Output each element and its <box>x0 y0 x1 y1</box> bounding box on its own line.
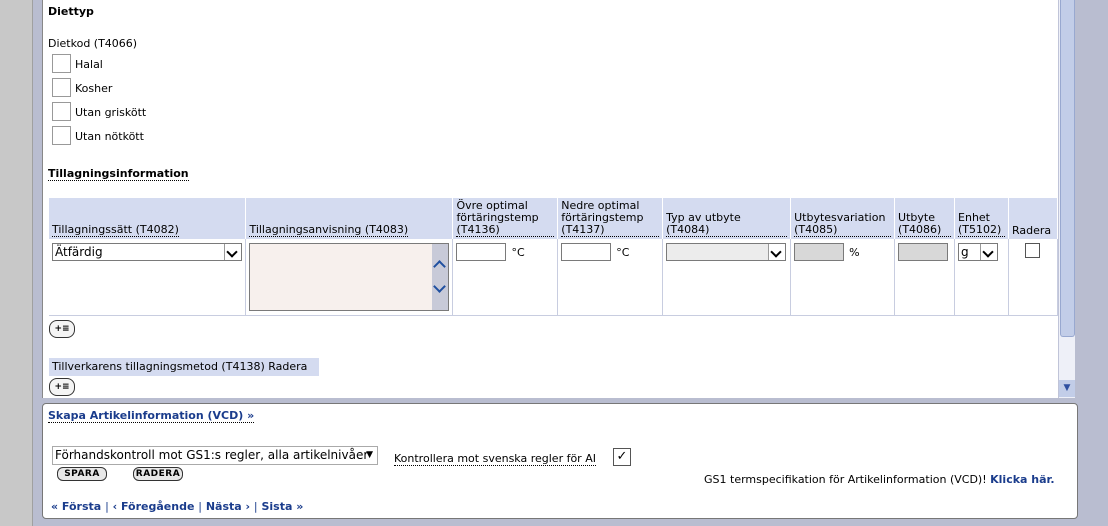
checkbox-no-beef[interactable] <box>52 126 71 145</box>
checkbox-kosher[interactable] <box>52 78 71 97</box>
chevron-down-icon[interactable] <box>980 244 998 260</box>
diet-title: Diettyp <box>48 5 94 18</box>
delete-button[interactable]: RADERA <box>133 467 183 481</box>
lower-temp-input[interactable] <box>561 243 612 261</box>
swedish-rules-checkbox[interactable]: ✓ <box>613 448 631 466</box>
col-header-unit: Enhet (T5102) <box>954 198 1009 239</box>
spec-link[interactable]: Klicka här. <box>990 473 1054 486</box>
option-label-no-beef: Utan nötkött <box>75 130 144 143</box>
yield-variation-input[interactable] <box>794 243 845 261</box>
scrollbar-thumb[interactable] <box>1060 0 1075 337</box>
yield-variation-unit: % <box>849 245 860 259</box>
manufacturer-method-label: Tillverkarens tillagningsmetod (T4138) <box>52 360 265 373</box>
table-header-row: Tillagningssätt (T4082) Tillagningsanvis… <box>49 198 1059 239</box>
swedish-rules-label: Kontrollera mot svenska regler för AI <box>394 452 596 466</box>
chevron-down-icon[interactable] <box>433 280 447 293</box>
pagination: « Första | ‹ Föregående | Nästa › | Sist… <box>51 500 303 513</box>
option-label-halal: Halal <box>75 58 103 71</box>
nav-prev-link[interactable]: ‹ Föregående <box>113 500 195 513</box>
lower-temp-unit: °C <box>616 245 630 259</box>
col-header-upper-temp: Övre optimal förtäringstemp (T4136) <box>452 198 559 239</box>
save-button[interactable]: SPARA <box>57 467 107 481</box>
upper-temp-input[interactable] <box>456 243 507 261</box>
upper-temp-unit: °C <box>511 245 525 259</box>
manufacturer-method-bar: Tillverkarens tillagningsmetod (T4138) R… <box>49 358 319 376</box>
col-header-delete: Radera <box>1008 198 1059 239</box>
nav-last-link[interactable]: Sista » <box>261 500 303 513</box>
spec-text: GS1 termspecifikation för Artikelinforma… <box>704 473 1055 486</box>
yield-input[interactable] <box>898 243 949 261</box>
page-scrollbar[interactable]: ▼ <box>1058 0 1075 398</box>
delete-row-checkbox[interactable] <box>1025 243 1041 258</box>
col-header-yield-type: Typ av utbyte (T4084) <box>662 198 792 239</box>
add-row-icon[interactable]: +≡ <box>49 320 75 338</box>
nav-separator: | <box>105 500 109 513</box>
chevron-down-icon[interactable] <box>224 244 242 260</box>
preparation-table: Tillagningssätt (T4082) Tillagningsanvis… <box>49 198 1059 316</box>
instruction-textarea[interactable] <box>249 243 450 311</box>
option-label-kosher: Kosher <box>75 82 113 95</box>
col-header-lower-temp: Nedre optimal förtäringstemp (T4137) <box>557 198 664 239</box>
right-strip <box>1075 0 1108 526</box>
chevron-up-icon[interactable] <box>433 260 447 273</box>
preparation-title: Tillagningsinformation <box>48 167 189 181</box>
nav-separator: | <box>198 500 202 513</box>
precheck-select[interactable]: Förhandskontroll mot GS1:s regler, alla … <box>52 446 378 465</box>
col-header-yield-variation: Utbytesvariation (T4085) <box>790 198 896 239</box>
chevron-down-icon[interactable] <box>768 244 786 260</box>
checkbox-halal[interactable] <box>52 54 71 73</box>
create-vcd-link[interactable]: Skapa Artikelinformation (VCD) » <box>48 409 255 423</box>
scroll-down-arrow-icon[interactable]: ▼ <box>1059 380 1075 397</box>
method-select[interactable]: Ätfärdig <box>52 243 243 261</box>
checkbox-no-pork[interactable] <box>52 102 71 121</box>
left-strip <box>0 0 33 526</box>
nav-next-link[interactable]: Nästa › <box>206 500 250 513</box>
col-header-yield: Utbyte (T4086) <box>894 198 956 239</box>
option-label-no-pork: Utan griskött <box>75 106 147 119</box>
diet-code-label: Dietkod (T4066) <box>48 37 138 50</box>
yield-type-select[interactable] <box>666 243 787 261</box>
caret-down-icon[interactable]: ▼ <box>366 447 373 463</box>
manufacturer-delete-link[interactable]: Radera <box>268 360 307 373</box>
nav-first-link[interactable]: « Första <box>51 500 101 513</box>
textarea-scrollbar[interactable] <box>432 244 449 310</box>
col-header-method: Tillagningssätt (T4082) <box>49 198 247 239</box>
col-header-instruction: Tillagningsanvisning (T4083) <box>245 198 454 239</box>
nav-separator: | <box>253 500 258 513</box>
unit-select[interactable]: g <box>958 243 999 261</box>
add-manufacturer-method-icon[interactable]: +≡ <box>49 378 75 396</box>
table-row: Ätfärdig °C °C % g <box>49 239 1059 316</box>
